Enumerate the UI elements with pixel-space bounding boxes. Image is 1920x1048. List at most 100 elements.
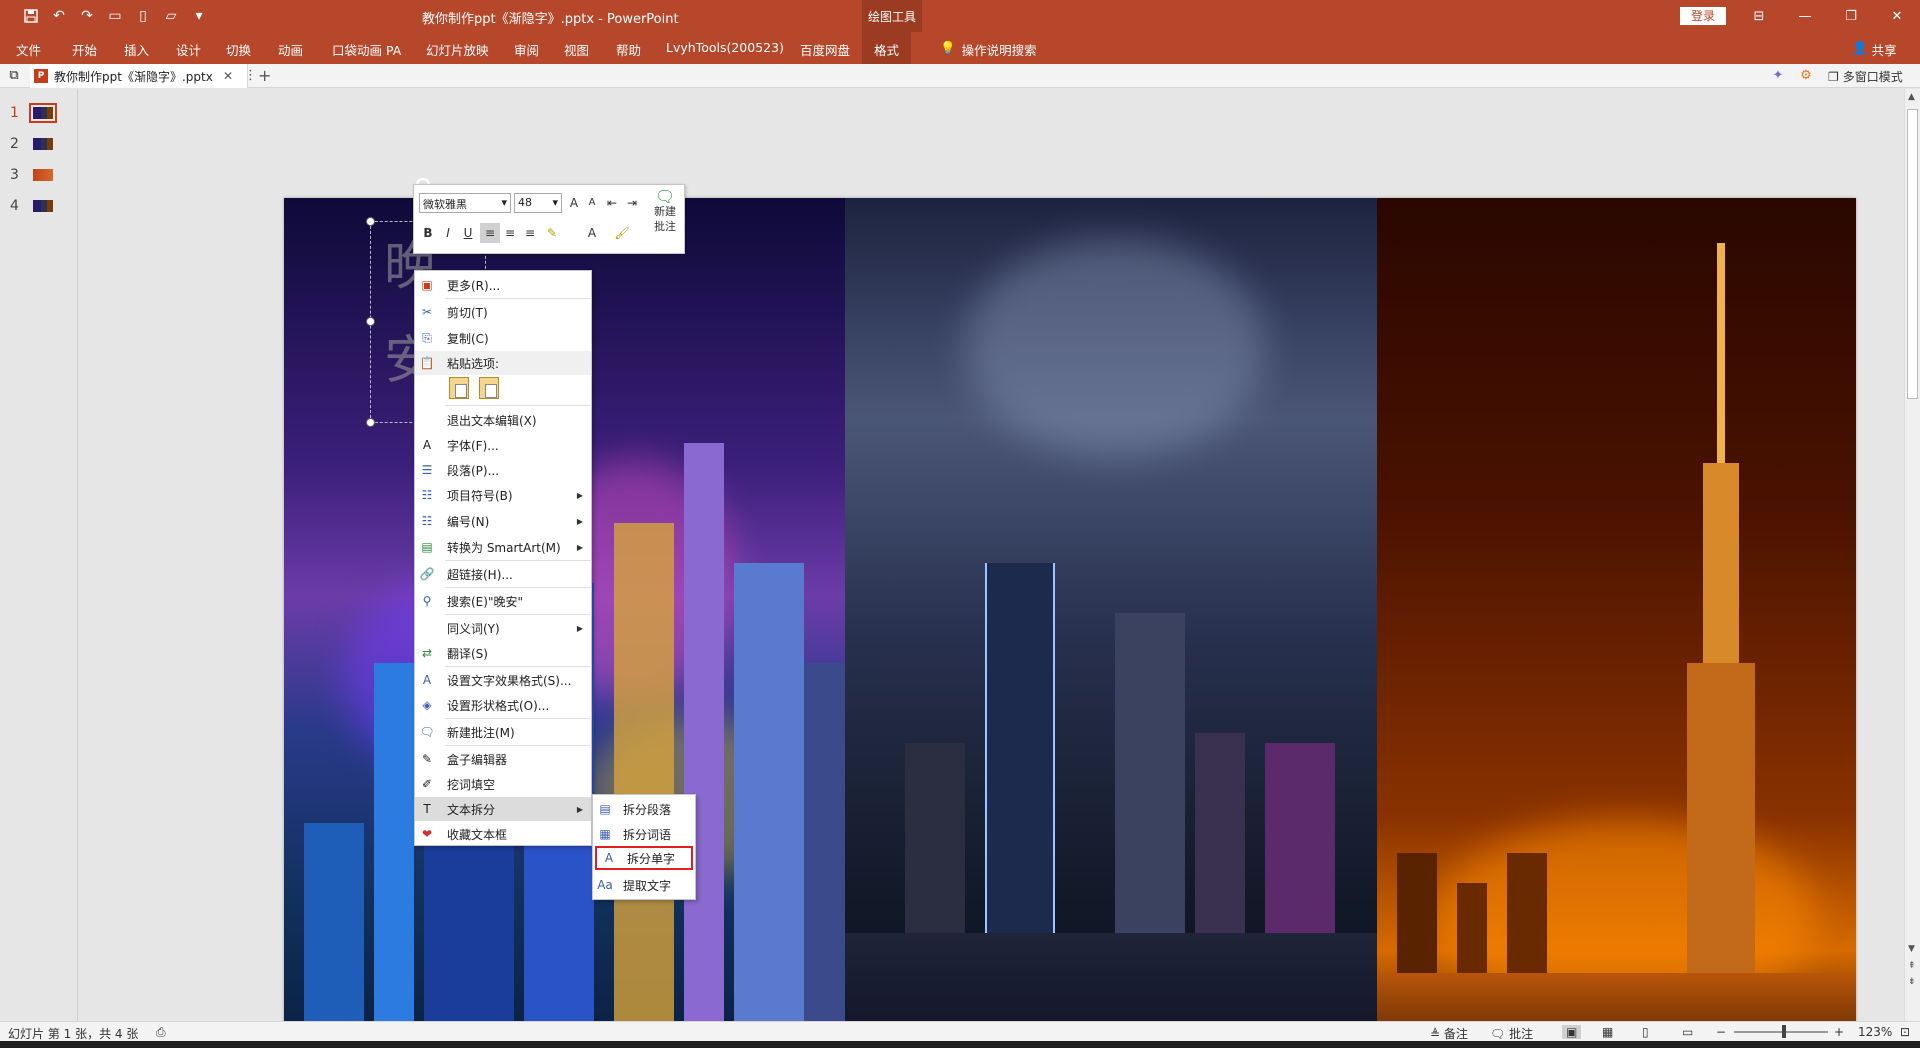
- submenu-item-split-words[interactable]: ▦ 拆分词语: [593, 822, 695, 846]
- close-icon[interactable]: ✕: [223, 69, 233, 83]
- font-color-icon[interactable]: A: [582, 223, 602, 243]
- menu-item-favorite-textbox[interactable]: ❤ 收藏文本框: [415, 822, 591, 846]
- tab-home[interactable]: 开始: [72, 40, 97, 59]
- slide-thumbnail[interactable]: 3: [10, 167, 53, 183]
- menu-item-fill-blank[interactable]: ✐ 挖词填空: [415, 772, 591, 796]
- slideshow-view-icon[interactable]: ▭: [1682, 1025, 1693, 1039]
- more-tabs-icon[interactable]: ⋮: [244, 68, 257, 83]
- menu-item-synonyms[interactable]: 同义词(Y) ▶: [415, 616, 591, 640]
- menu-item-format-shape[interactable]: ◈ 设置形状格式(O)...: [415, 693, 591, 717]
- resize-handle[interactable]: [366, 217, 375, 226]
- menu-item-new-comment[interactable]: 🗨 新建批注(M): [415, 720, 591, 744]
- decrease-indent-icon[interactable]: ⇤: [602, 193, 622, 213]
- menu-item-convert-smartart[interactable]: ▤ 转换为 SmartArt(M) ▶: [415, 535, 591, 559]
- tab-insert[interactable]: 插入: [124, 40, 149, 59]
- menu-item-search[interactable]: ⚲ 搜索(E)"晚安": [415, 589, 591, 613]
- tab-pocket-animation[interactable]: 口袋动画 PA: [332, 40, 401, 59]
- menu-item-more[interactable]: ▣ 更多(R)...: [415, 273, 591, 297]
- slide-thumbnail[interactable]: 1: [10, 103, 57, 123]
- reading-view-icon[interactable]: ▯: [1642, 1025, 1649, 1039]
- align-left-icon[interactable]: ≡: [480, 223, 500, 243]
- scroll-down-icon[interactable]: ▼: [1908, 944, 1915, 954]
- city-photo-hongkong[interactable]: [845, 198, 1377, 1048]
- menu-item-bullets[interactable]: ☷ 项目符号(B) ▶: [415, 483, 591, 507]
- spelling-check-icon[interactable]: ⎙: [156, 1025, 166, 1040]
- next-slide-icon[interactable]: ⇟: [1908, 977, 1916, 987]
- tools-icon[interactable]: ✦: [1770, 68, 1786, 84]
- menu-item-cut[interactable]: ✂ 剪切(T): [415, 300, 591, 324]
- submenu-item-split-paragraph[interactable]: ▤ 拆分段落: [593, 797, 695, 821]
- vertical-scrollbar[interactable]: ▲ ▼ ⇞ ⇟: [1904, 89, 1920, 1021]
- menu-item-translate[interactable]: ⇄ 翻译(S): [415, 641, 591, 665]
- shrink-font-button[interactable]: A: [582, 193, 602, 213]
- menu-item-font[interactable]: A 字体(F)...: [415, 433, 591, 457]
- align-center-icon[interactable]: ≡: [500, 223, 520, 243]
- menu-item-copy[interactable]: ⎘ 复制(C): [415, 326, 591, 350]
- increase-indent-icon[interactable]: ⇥: [622, 193, 642, 213]
- share-button[interactable]: 👤 共享: [1852, 40, 1897, 59]
- italic-button[interactable]: I: [438, 223, 458, 243]
- zoom-in-button[interactable]: +: [1834, 1025, 1844, 1039]
- document-tab[interactable]: P 教你制作ppt《渐隐字》.pptx ✕: [30, 64, 248, 88]
- menu-item-numbering[interactable]: ☷ 编号(N) ▶: [415, 509, 591, 533]
- bold-button[interactable]: B: [418, 223, 438, 243]
- tab-transitions[interactable]: 切换: [226, 40, 251, 59]
- redo-icon[interactable]: ↷: [76, 6, 98, 26]
- comments-button[interactable]: 🗨 批注: [1490, 1025, 1533, 1042]
- submenu-item-extract-text[interactable]: Aa 提取文字: [593, 873, 695, 897]
- customize-icon[interactable]: ▾: [188, 6, 210, 26]
- tab-list-icon[interactable]: ⧉: [6, 68, 22, 84]
- menu-item-box-editor[interactable]: ✎ 盒子编辑器: [415, 747, 591, 771]
- menu-item-text-split[interactable]: T 文本拆分 ▶: [415, 797, 591, 821]
- menu-item-exit-text-edit[interactable]: 退出文本编辑(X): [415, 408, 591, 432]
- fit-slide-icon[interactable]: ⊡: [1900, 1025, 1910, 1039]
- paste-keep-source-icon[interactable]: [449, 377, 469, 399]
- zoom-slider-track[interactable]: [1734, 1031, 1828, 1033]
- slide-sorter-icon[interactable]: ▦: [1602, 1025, 1613, 1039]
- align-right-icon[interactable]: ≡: [520, 223, 540, 243]
- font-size-dropdown[interactable]: 48 ▾: [514, 193, 562, 213]
- city-photo-dubai[interactable]: [1377, 198, 1856, 1048]
- save-icon[interactable]: [20, 6, 42, 26]
- multi-window-mode-button[interactable]: ❐ 多窗口模式: [1828, 68, 1903, 85]
- new-comment-button[interactable]: 🗨 新建 批注: [648, 189, 682, 234]
- slideshow-icon[interactable]: ▭: [104, 6, 126, 26]
- slide-thumbnail[interactable]: 2: [10, 136, 53, 152]
- slide-editing-canvas[interactable]: [78, 89, 1904, 1048]
- menu-item-hyperlink[interactable]: 🔗 超链接(H)...: [415, 562, 591, 586]
- maximize-button[interactable]: ❐: [1828, 0, 1874, 32]
- zoom-level[interactable]: 123%: [1858, 1025, 1892, 1039]
- grow-font-button[interactable]: A: [564, 193, 584, 213]
- tab-review[interactable]: 审阅: [514, 40, 539, 59]
- previous-slide-icon[interactable]: ⇞: [1908, 961, 1916, 971]
- tab-baidu-netdisk[interactable]: 百度网盘: [800, 40, 850, 59]
- login-button[interactable]: 登录: [1680, 7, 1726, 25]
- resize-handle[interactable]: [366, 418, 375, 427]
- tab-slideshow[interactable]: 幻灯片放映: [426, 40, 489, 59]
- tab-animations[interactable]: 动画: [278, 40, 303, 59]
- highlight-color-icon[interactable]: ✎: [542, 223, 562, 243]
- zoom-out-button[interactable]: −: [1716, 1025, 1726, 1039]
- submenu-item-split-chars[interactable]: A 拆分单字: [595, 846, 693, 870]
- new-icon[interactable]: ▯: [132, 6, 154, 26]
- tell-me-search[interactable]: 💡 操作说明搜索: [940, 40, 1037, 59]
- format-painter-icon[interactable]: 🖌: [612, 223, 632, 243]
- open-icon[interactable]: ▱: [160, 6, 182, 26]
- tab-view[interactable]: 视图: [564, 40, 589, 59]
- resize-handle[interactable]: [366, 317, 375, 326]
- tab-file[interactable]: 文件: [16, 40, 41, 59]
- gear-icon[interactable]: ⚙: [1798, 68, 1814, 84]
- paste-picture-icon[interactable]: [479, 377, 499, 399]
- tab-design[interactable]: 设计: [176, 40, 201, 59]
- normal-view-icon[interactable]: ▣: [1562, 1025, 1582, 1039]
- notes-button[interactable]: ≜ 备注: [1430, 1025, 1468, 1042]
- menu-item-paragraph[interactable]: ☰ 段落(P)...: [415, 458, 591, 482]
- underline-button[interactable]: U: [458, 223, 478, 243]
- add-tab-icon[interactable]: +: [258, 66, 271, 85]
- close-button[interactable]: ✕: [1874, 0, 1920, 32]
- undo-icon[interactable]: ↶: [48, 6, 70, 26]
- ribbon-display-icon[interactable]: ⊟: [1736, 0, 1782, 32]
- tab-help[interactable]: 帮助: [616, 40, 641, 59]
- tab-lvyhtools[interactable]: LvyhTools(200523): [666, 40, 784, 55]
- zoom-slider-thumb[interactable]: [1782, 1025, 1786, 1038]
